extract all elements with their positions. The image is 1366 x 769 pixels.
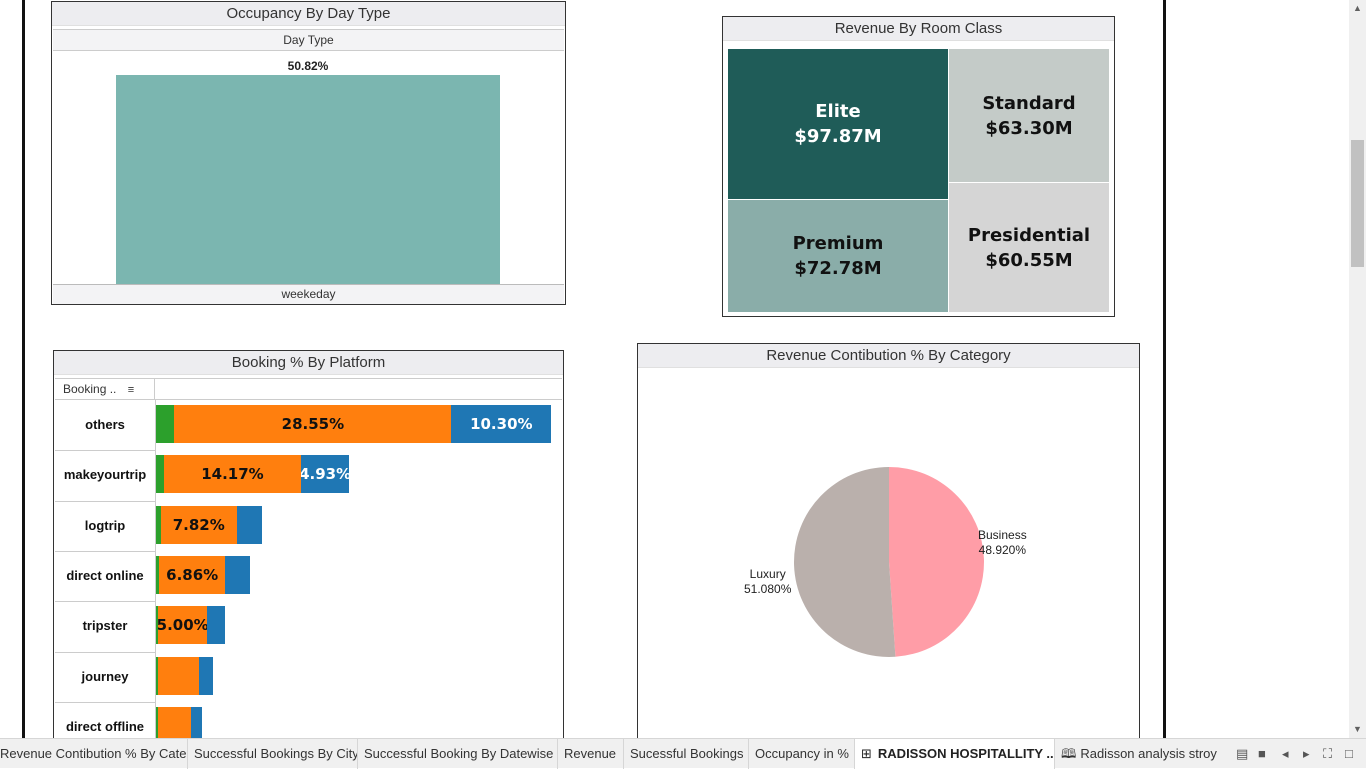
present-icon[interactable]: □ — [1345, 747, 1353, 761]
row-separator — [55, 450, 155, 452]
occupancy-bar[interactable] — [116, 75, 500, 285]
tile-value: $60.55M — [985, 249, 1073, 271]
category-axis-label: weekeday — [53, 284, 564, 304]
occupancy-by-day-type-panel[interactable]: Occupancy By Day Type Day Type 50.82% we… — [51, 1, 566, 305]
tile-name: Standard — [982, 92, 1076, 114]
scroll-up-arrow-icon[interactable]: ▲ — [1349, 0, 1366, 17]
treemap-tile-standard[interactable]: Standard $63.30M — [949, 49, 1109, 182]
platform-row-label: others — [85, 417, 125, 432]
tab-sucessful-bookings[interactable]: Sucessful Bookings — [624, 739, 749, 769]
fullscreen-icon[interactable]: ⛶ — [1323, 747, 1332, 761]
tile-value: $72.78M — [794, 258, 882, 279]
next-sheet-icon[interactable]: ▸ — [1303, 747, 1310, 761]
tile-name: Premium — [792, 233, 884, 254]
tile-value: $97.87M — [794, 126, 882, 147]
tab-revenue[interactable]: Revenue — [558, 739, 624, 769]
bar-segment-orange[interactable]: 28.55% — [174, 405, 452, 443]
tab-label: Successful Booking By Datewise — [364, 746, 554, 761]
row-separator — [55, 651, 155, 653]
tab-label: Revenue — [564, 746, 617, 761]
tile-name: Presidential — [967, 224, 1091, 246]
row-separator — [55, 500, 155, 502]
bar-segment-blue[interactable] — [206, 606, 226, 645]
row-separator — [55, 550, 155, 552]
tab-label: Radisson analysis stroy — [1080, 746, 1217, 761]
row-separator — [55, 601, 155, 603]
day-type-header: Day Type — [53, 29, 564, 51]
tab-label: RADISSON HOSPITALLITY ... — [877, 746, 1055, 761]
previous-sheet-icon[interactable]: ◂ — [1282, 747, 1289, 761]
bar-segment-blue[interactable] — [236, 505, 262, 544]
pie-slice-luxury[interactable] — [794, 467, 896, 657]
tab-label: Successful Bookings By City — [194, 746, 358, 761]
platform-row-label: direct online — [66, 567, 144, 583]
vertical-scrollbar[interactable] — [1349, 0, 1366, 738]
single-sheet-view-icon[interactable]: ■ — [1258, 747, 1266, 761]
platform-row-label: journey — [81, 668, 129, 684]
sheet-tab-bar: Revenue Contibution % By Cate... Success… — [0, 738, 1366, 769]
bar-segment-green[interactable] — [156, 405, 175, 443]
pie-label-business: Business 48.920% — [978, 528, 1027, 558]
platform-row-label: makeyourtrip — [63, 467, 147, 483]
dashboard-right-border — [1163, 0, 1166, 738]
dashboard-left-border — [22, 0, 25, 738]
panel-title: Revenue By Room Class — [723, 17, 1114, 41]
panel-title: Booking % By Platform — [54, 351, 563, 375]
bar-segment-blue[interactable] — [225, 555, 250, 594]
revenue-contribution-by-category-panel[interactable]: Revenue Contibution % By Category Busine… — [637, 343, 1140, 753]
treemap-tile-elite[interactable]: Elite $97.87M — [728, 49, 948, 199]
tab-occupancy[interactable]: Occupancy in % — [749, 739, 855, 769]
dashboard-grid-icon: ⊞ — [861, 746, 872, 761]
tile-name: Elite — [815, 101, 861, 122]
revenue-by-room-class-panel[interactable]: Revenue By Room Class Elite $97.87M Stan… — [722, 16, 1115, 317]
tab-bookings-by-city[interactable]: Successful Bookings By City — [188, 739, 358, 769]
tab-label: Revenue Contibution % By Cate... — [0, 746, 188, 761]
bars-column-header — [155, 378, 562, 400]
platform-row-label: tripster — [82, 618, 128, 634]
tab-radisson-hospitality[interactable]: ⊞ RADISSON HOSPITALLITY ... — [855, 739, 1055, 769]
row-separator — [55, 701, 155, 703]
treemap-tile-presidential[interactable]: Presidential $60.55M — [949, 183, 1109, 312]
treemap-tile-premium[interactable]: Premium $72.78M — [728, 200, 948, 312]
sort-icon[interactable]: ≡ — [128, 384, 134, 396]
tab-revenue-contribution[interactable]: Revenue Contibution % By Cate... — [0, 739, 188, 769]
bar-segment-green[interactable] — [156, 455, 164, 494]
bar-segment-orange[interactable]: 5.00% — [158, 606, 207, 645]
booking-by-platform-panel[interactable]: Booking % By Platform Booking .. ≡ other… — [53, 350, 564, 760]
bar-segment-blue[interactable] — [198, 656, 214, 695]
bar-segment-blue[interactable]: 4.93% — [301, 455, 350, 494]
pie-chart[interactable] — [638, 344, 1141, 754]
tab-label: Occupancy in % — [755, 746, 849, 761]
pie-slice-business[interactable] — [889, 467, 985, 657]
tab-radisson-story[interactable]: 🕮 Radisson analysis stroy — [1055, 739, 1225, 769]
slice-value: 51.080% — [744, 582, 792, 596]
bar-segment-orange[interactable]: 14.17% — [163, 455, 302, 494]
film-strip-view-icon[interactable]: ▤ — [1236, 747, 1248, 761]
tab-booking-datewise[interactable]: Successful Booking By Datewise — [358, 739, 558, 769]
tile-value: $63.30M — [985, 117, 1073, 139]
scroll-down-arrow-icon[interactable]: ▼ — [1349, 721, 1366, 738]
bar-segment-orange[interactable] — [157, 656, 199, 695]
bar-segment-orange[interactable]: 7.82% — [160, 505, 237, 544]
slice-name: Luxury — [749, 567, 786, 581]
scrollbar-thumb[interactable] — [1351, 140, 1364, 267]
panel-title: Occupancy By Day Type — [52, 2, 565, 26]
platform-row-label: logtrip — [84, 517, 126, 533]
slice-name: Business — [978, 528, 1027, 542]
booking-column-header[interactable]: Booking .. ≡ — [55, 378, 155, 400]
bar-segment-blue[interactable]: 10.30% — [451, 405, 552, 443]
column-header-label: Booking .. — [63, 382, 117, 396]
pie-label-luxury: Luxury 51.080% — [744, 567, 791, 597]
story-book-icon: 🕮 — [1061, 746, 1077, 761]
bar-data-label: 50.82% — [287, 59, 329, 73]
tab-label: Sucessful Bookings — [630, 746, 744, 761]
bar-segment-orange[interactable]: 6.86% — [158, 555, 226, 594]
platform-row-label: direct offline — [65, 718, 144, 734]
slice-value: 48.920% — [978, 543, 1027, 557]
